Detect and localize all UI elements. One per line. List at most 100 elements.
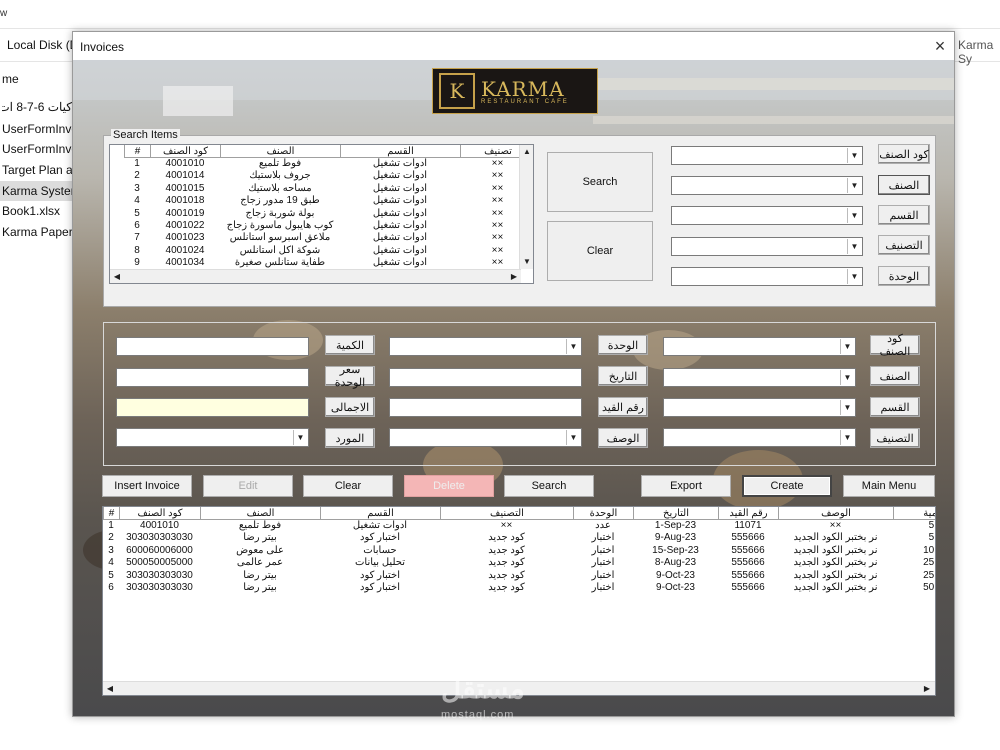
entry-description-combo[interactable]: ▼: [389, 428, 582, 447]
table-row[interactable]: ×× ادوات تشغيل كوب هايبول ماسورة زجاج 40010…: [124, 220, 533, 232]
explorer-path-label[interactable]: Local Disk (D:: [7, 38, 82, 52]
filter-label-item: الصنف: [878, 175, 930, 195]
explorer-item[interactable]: Target Plan anc: [2, 163, 72, 177]
logo-subtitle: RESTAURANT CAFE: [481, 99, 569, 105]
table-cell: ادوات تشغيل: [352, 520, 408, 531]
entry-category-combo[interactable]: ▼: [663, 428, 856, 447]
chevron-down-icon[interactable]: ▼: [847, 269, 861, 284]
filter-item-code-combo[interactable]: ▼: [671, 146, 863, 165]
search-button[interactable]: Search: [547, 152, 653, 212]
filter-item-combo[interactable]: ▼: [671, 176, 863, 195]
table-row[interactable]: 3 600060006000 على معوض حسابات كود جديد اختبا…: [103, 544, 936, 557]
explorer-item[interactable]: Karma Paper M: [2, 225, 72, 239]
logo-mark: K: [439, 73, 475, 109]
filter-category-combo[interactable]: ▼: [671, 237, 863, 256]
col-header: الصنف: [200, 507, 320, 520]
table-row[interactable]: ×× ادوات تشغيل طفاية ستانلس صغيرة 4001034 9: [124, 257, 533, 269]
table-cell: 1-Sep-23: [654, 520, 697, 531]
chevron-down-icon[interactable]: ▼: [847, 208, 861, 223]
chevron-down-icon[interactable]: ▼: [566, 430, 580, 445]
table-row[interactable]: 2 303030303030 بيتر رضا اختبار كود كود جديد ا…: [103, 532, 935, 544]
entry-item-combo[interactable]: ▼: [663, 368, 856, 387]
chevron-down-icon[interactable]: ▼: [847, 178, 861, 193]
scroll-down-icon[interactable]: ▼: [521, 256, 533, 268]
edit-button[interactable]: Edit: [203, 475, 293, 497]
table-row[interactable]: ×× ادوات تشغيل بولة شوربة زجاج 4001019 5: [124, 207, 533, 220]
filter-unit-combo[interactable]: ▼: [671, 267, 863, 286]
entry-date-input[interactable]: [389, 368, 582, 387]
chevron-down-icon[interactable]: ▼: [293, 430, 307, 445]
scroll-left-icon[interactable]: ◀: [111, 271, 123, 283]
search-items-rows: ×× ادوات تشغيل فوط تلميع 4001010 1 ×× ادوات تش…: [124, 158, 533, 270]
table-cell: اختبار: [591, 569, 615, 581]
filter-section-combo[interactable]: ▼: [671, 206, 863, 225]
search-items-grid[interactable]: تصنيف القسم الصنف كود الصنف # ×× ادوات تش…: [109, 144, 534, 284]
main-menu-button[interactable]: Main Menu: [843, 475, 935, 497]
chevron-down-icon[interactable]: ▼: [840, 339, 854, 354]
table-row[interactable]: 6 303030303030 بيتر رضا اختبار كود كود جديد ا…: [103, 582, 935, 594]
explorer-item[interactable]: Book1.xlsx: [2, 204, 72, 218]
chevron-down-icon[interactable]: ▼: [847, 148, 861, 163]
entry-unit-combo[interactable]: ▼: [389, 337, 582, 356]
table-cell: اختبار: [591, 544, 615, 556]
table-row[interactable]: 5 303030303030 بيتر رضا اختبار كود كود جديد ا…: [103, 569, 935, 582]
explorer-item-selected[interactable]: Karma System: [0, 181, 72, 201]
scroll-right-icon[interactable]: ▶: [508, 271, 520, 283]
table-cell: نر بختبر الكود الجديد: [793, 544, 878, 556]
table-cell: على معوض: [236, 544, 284, 556]
close-icon[interactable]: ×: [929, 35, 951, 57]
explorer-item[interactable]: UserFormInvoic: [2, 122, 72, 136]
explorer-item[interactable]: UserFormInvoic: [2, 142, 72, 156]
table-row[interactable]: ×× ادوات تشغيل شوكة اكل استانلس 4001024 8: [124, 245, 533, 257]
chevron-down-icon[interactable]: ▼: [847, 239, 861, 254]
create-button[interactable]: Create: [742, 475, 832, 497]
table-row[interactable]: ×× ادوات تشغيل طبق 19 مدور زجاج 4001018 4: [124, 195, 533, 207]
table-row[interactable]: ×× ادوات تشغيل جروف بلاستيك 4001014 2: [124, 170, 533, 182]
delete-button[interactable]: Delete: [404, 475, 494, 497]
entry-supplier-combo[interactable]: ▼: [116, 428, 309, 447]
scroll-up-icon[interactable]: ▲: [521, 146, 533, 158]
explorer-right-tab[interactable]: Karma Sy: [958, 38, 1000, 66]
entry-entry-number-input[interactable]: [389, 398, 582, 417]
chevron-down-icon[interactable]: ▼: [840, 370, 854, 385]
entry-quantity-input[interactable]: [116, 337, 309, 356]
table-row[interactable]: 1 4001010 فوط تلميع ادوات تشغيل ×× عدد 1-Sep-2…: [103, 520, 935, 532]
chevron-down-icon[interactable]: ▼: [840, 400, 854, 415]
table-cell: 600060006000: [126, 544, 193, 556]
table-cell: 5.: [928, 532, 935, 544]
col-header: القسم: [320, 507, 440, 520]
table-row[interactable]: 4 500050005000 عمر عالمى تحليل بيانات كود جد…: [103, 557, 935, 569]
scroll-left-icon[interactable]: ◀: [104, 683, 116, 695]
table-cell: 555666: [731, 532, 765, 544]
entry-section-combo[interactable]: ▼: [663, 398, 856, 417]
clear-form-button[interactable]: Clear: [303, 475, 393, 497]
table-cell: مساحه بلاستيك: [248, 182, 312, 194]
explorer-item[interactable]: كيات 6-7-8 ات: [2, 100, 72, 114]
entry-total-input[interactable]: [116, 398, 309, 417]
invoices-grid[interactable]: # كود الصنف الصنف القسم التصنيف الوحدة ا…: [102, 506, 936, 696]
table-cell: 10.: [923, 544, 936, 556]
grid-vscroll[interactable]: ▲ ▼: [519, 145, 533, 269]
explorer-item[interactable]: me: [2, 72, 72, 86]
scroll-right-icon[interactable]: ▶: [921, 683, 933, 695]
table-cell: فوط تلميع: [238, 520, 282, 531]
table-row[interactable]: ×× ادوات تشغيل فوط تلميع 4001010 1: [124, 158, 533, 170]
table-cell: بولة شوربة زجاج: [245, 207, 315, 219]
chevron-down-icon[interactable]: ▼: [566, 339, 580, 354]
chevron-down-icon[interactable]: ▼: [840, 430, 854, 445]
entry-item-code-combo[interactable]: ▼: [663, 337, 856, 356]
entry-unit-price-input[interactable]: [116, 368, 309, 387]
table-cell: كود جديد: [488, 557, 525, 569]
grid-hscroll[interactable]: ◀ ▶: [110, 269, 521, 283]
col-header: #: [103, 507, 119, 520]
insert-invoice-button[interactable]: Insert Invoice: [102, 475, 192, 497]
table-row[interactable]: ×× ادوات تشغيل مساحه بلاستيك 4001015 3: [124, 182, 533, 195]
table-row[interactable]: ×× ادوات تشغيل ملاعق اسبرسو استانلس 4001023…: [124, 232, 533, 244]
label-supplier: المورد: [325, 428, 375, 448]
table-cell: ادوات تشغيل: [372, 158, 428, 169]
search-invoices-button[interactable]: Search: [504, 475, 594, 497]
export-button[interactable]: Export: [641, 475, 731, 497]
explorer-top-letter: w: [0, 8, 8, 19]
col-header: التاريخ: [633, 507, 718, 520]
clear-button[interactable]: Clear: [547, 221, 653, 281]
